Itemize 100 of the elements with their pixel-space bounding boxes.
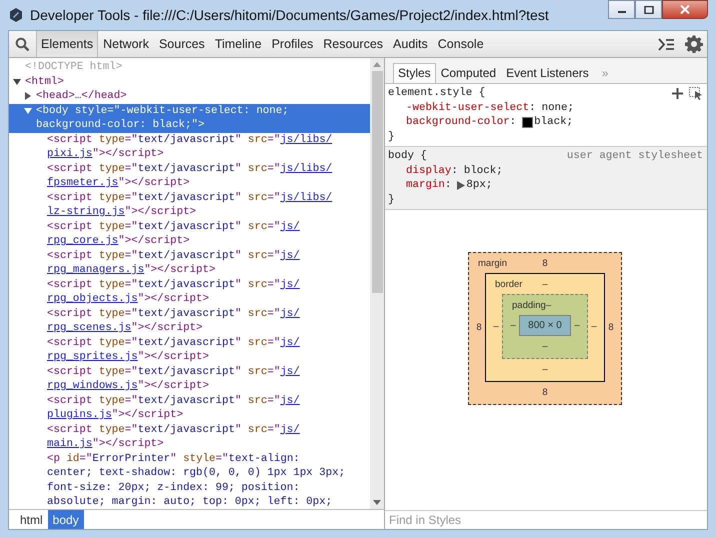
plus-icon[interactable] <box>672 88 683 99</box>
settings-icon[interactable] <box>685 35 703 53</box>
file-link[interactable]: rpg_windows.js <box>47 380 138 392</box>
panel-tab[interactable]: Elements <box>36 31 98 57</box>
file-link[interactable]: js/ <box>280 308 300 320</box>
file-link[interactable]: pixi.js <box>47 148 92 160</box>
property-value[interactable]: black; <box>534 115 574 130</box>
code-line: <script type="text/javascript" src="js/libs/ <box>47 132 332 147</box>
box-value: – <box>590 321 598 332</box>
breadcrumb[interactable]: html <box>15 510 48 529</box>
file-link[interactable]: js/libs/ <box>280 162 332 174</box>
sidebar-tab[interactable]: Styles <box>393 63 436 83</box>
file-link[interactable]: js/ <box>280 250 300 262</box>
search-field[interactable]: Find in Styles <box>385 510 707 529</box>
code-line: fpsmeter.js"></script> <box>47 176 191 190</box>
dom-node[interactable]: <script type="text/javascript" src="js/libs/ lz-string.js"></script> <box>35 190 370 220</box>
file-link[interactable]: js/ <box>280 336 300 348</box>
property-value[interactable]: 8px; <box>466 178 492 192</box>
minimize-button[interactable] <box>608 0 635 19</box>
property-value[interactable]: block; <box>464 164 503 178</box>
sidebar-tab[interactable]: Event Listeners <box>501 63 594 83</box>
file-link[interactable]: rpg_core.js <box>47 235 118 247</box>
expanded-triangle-icon[interactable] <box>24 106 32 114</box>
code-line: <script type="text/javascript" src="js/ <box>47 220 300 234</box>
panel-tab[interactable]: Resources <box>318 31 388 57</box>
code-line: <script type="text/javascript" src="js/libs/ <box>47 190 332 205</box>
rule-brace: } <box>388 130 396 144</box>
rule-selector: element.style { <box>388 86 486 100</box>
file-link[interactable]: rpg_sprites.js <box>47 351 138 363</box>
dom-node[interactable]: <script type="text/javascript" src="js/libs/ fpsmeter.js"></script> <box>35 162 370 190</box>
dom-node[interactable]: <script type="text/javascript" src="js/ rpg_objects.js"></script> <box>35 278 370 306</box>
file-link[interactable]: js/libs/ <box>280 192 332 204</box>
scroll-down-icon[interactable] <box>373 500 381 505</box>
code-line: rpg_sprites.js"></script> <box>47 350 210 364</box>
panel-tab[interactable]: Profiles <box>266 31 318 57</box>
file-link[interactable]: rpg_scenes.js <box>47 322 132 334</box>
panel-tab[interactable]: Timeline <box>210 31 267 57</box>
file-link[interactable]: js/ <box>280 394 300 406</box>
box-value: – <box>573 320 581 331</box>
expanded-triangle-icon[interactable] <box>13 78 21 86</box>
dom-node[interactable]: <script type="text/javascript" src="js/ plugins.js"></script> <box>35 394 370 422</box>
file-link[interactable]: lz-string.js <box>47 206 125 218</box>
panel-tab[interactable]: Sources <box>154 31 210 57</box>
panel-tab[interactable]: Audits <box>388 31 433 57</box>
property-value[interactable]: none; <box>542 100 574 115</box>
code-line: <script type="text/javascript" src="js/ <box>47 394 300 408</box>
file-link[interactable]: js/ <box>280 220 300 232</box>
property-colon: : <box>529 100 536 115</box>
file-link[interactable]: js/libs/ <box>280 134 332 146</box>
dom-node[interactable]: <script type="text/javascript" src="js/ rpg_managers.js"></script> <box>35 248 370 278</box>
dom-node[interactable]: <script type="text/javascript" src="js/ rpg_scenes.js"></script> <box>35 306 370 336</box>
collapsed-triangle-icon[interactable] <box>457 180 466 190</box>
dom-node[interactable]: <script type="text/javascript" src="js/ rpg_sprites.js"></script> <box>35 336 370 364</box>
close-button[interactable] <box>662 0 708 19</box>
code-line: center; text-shadow: rgb(0, 0, 0) 1px 1px 3px; <box>47 466 346 480</box>
property-name[interactable]: margin <box>406 178 445 192</box>
property-name[interactable]: -webkit-user-select <box>406 100 530 115</box>
code-line: rpg_managers.js"></script> <box>47 263 216 278</box>
sidebar-tab[interactable]: Computed <box>436 63 502 83</box>
property-name[interactable]: display <box>406 164 452 178</box>
file-link[interactable]: js/ <box>280 424 300 436</box>
rule-origin: user agent stylesheet <box>566 149 703 164</box>
property-name[interactable]: background-color <box>406 115 510 130</box>
scrollbar[interactable] <box>370 58 384 509</box>
code-line: rpg_core.js"></script> <box>47 234 191 248</box>
code-line: background-color: black;"> <box>36 118 206 132</box>
dom-node[interactable]: <script type="text/javascript" src="js/ main.js"></script> <box>35 422 370 452</box>
file-link[interactable]: js/ <box>280 366 300 378</box>
code-line: <script type="text/javascript" src="js/ <box>47 306 300 321</box>
element-state-icon[interactable] <box>689 86 703 100</box>
file-link[interactable]: js/ <box>280 278 300 290</box>
search-icon[interactable] <box>15 36 30 52</box>
code-line: <p id="ErrorPrinter" style="text-align: <box>47 452 301 466</box>
panel-tab[interactable]: Network <box>98 31 154 57</box>
dom-node[interactable]: <script type="text/javascript" src="js/libs/ pixi.js"></script> <box>35 132 370 162</box>
dom-node[interactable]: <script type="text/javascript" src="js/ rpg_windows.js"></script> <box>35 364 370 394</box>
dom-node[interactable]: <html> <box>13 74 370 89</box>
file-link[interactable]: rpg_objects.js <box>47 293 138 305</box>
breadcrumb[interactable]: body <box>48 510 84 529</box>
file-link[interactable]: plugins.js <box>47 409 112 421</box>
file-link[interactable]: rpg_managers.js <box>47 264 144 276</box>
panel-tab[interactable]: Console <box>432 31 489 57</box>
box-label: border <box>494 279 522 290</box>
code-line: <html> <box>25 74 64 89</box>
dom-node[interactable]: <body style="-webkit-user-select: none; background-color: black;"> <box>9 104 370 132</box>
console-drawer-icon[interactable] <box>658 38 675 50</box>
box-value: – <box>542 341 548 352</box>
code-line: <script type="text/javascript" src="js/ <box>47 248 300 263</box>
dom-node[interactable]: <p id="ErrorPrinter" style="text-align: center; text-shadow: rgb(0, 0, 0) 1px 1px 3px; font-size: 20px; z-index: 99; position: absolute; margin: auto; top: 0px; left: 0px; <box>35 452 370 509</box>
color-swatch[interactable] <box>522 116 534 128</box>
app-icon <box>8 7 24 23</box>
dom-node[interactable]: <head>…</head> <box>24 89 370 104</box>
file-link[interactable]: main.js <box>47 438 92 450</box>
box-value: 8 <box>607 322 615 333</box>
code-line: <script type="text/javascript" src="js/ <box>47 422 300 437</box>
file-link[interactable]: fpsmeter.js <box>47 177 118 189</box>
dom-node[interactable]: <script type="text/javascript" src="js/ rpg_core.js"></script> <box>35 220 370 248</box>
close-icon <box>680 5 690 14</box>
collapsed-triangle-icon[interactable] <box>24 92 32 100</box>
maximize-button[interactable] <box>635 0 662 19</box>
